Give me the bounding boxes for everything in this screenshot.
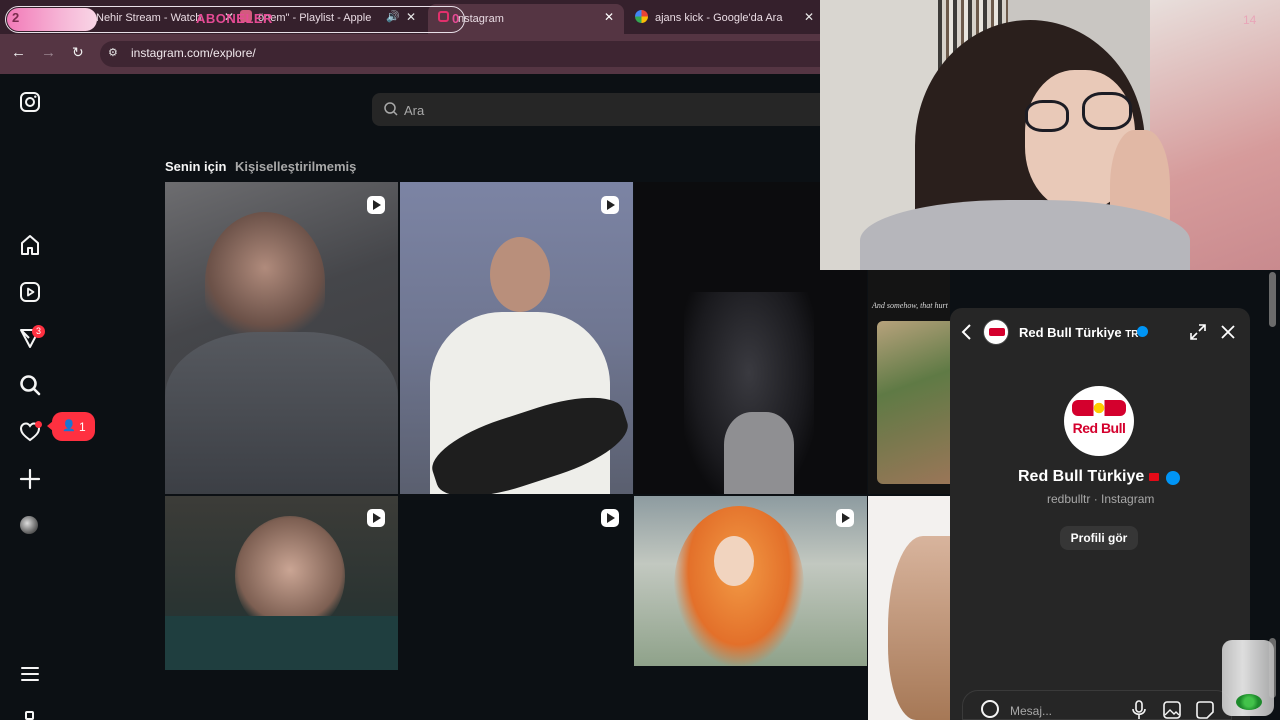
reload-icon[interactable]: ↻ bbox=[72, 44, 84, 61]
glasses bbox=[1082, 92, 1132, 130]
profile-avatar[interactable] bbox=[20, 516, 38, 534]
grid-post[interactable] bbox=[634, 496, 867, 666]
notification-count: 1 bbox=[79, 420, 86, 434]
notification-pill-tail bbox=[47, 421, 53, 431]
reels-icon[interactable] bbox=[18, 280, 42, 304]
reel-icon bbox=[367, 509, 385, 527]
create-icon[interactable] bbox=[18, 467, 42, 491]
post-figure bbox=[888, 536, 950, 720]
subscriber-count: 2 bbox=[12, 10, 20, 25]
message-placeholder: Mesaj... bbox=[1010, 704, 1053, 718]
clover-icon bbox=[1236, 694, 1262, 710]
profile-name: Red Bull Türkiye bbox=[1018, 468, 1159, 486]
url-text[interactable]: instagram.com/explore/ bbox=[131, 46, 256, 60]
profile-name-text: Red Bull Türkiye bbox=[1018, 468, 1145, 485]
chat-back-icon[interactable] bbox=[960, 323, 974, 341]
tab-google[interactable]: ajans kick - Google'da Ara bbox=[655, 6, 805, 30]
tab-close-icon[interactable]: ✕ bbox=[604, 10, 614, 24]
chat-header-name-text: Red Bull Türkiye bbox=[1019, 325, 1122, 340]
reel-icon bbox=[601, 509, 619, 527]
back-icon[interactable]: ← bbox=[11, 44, 26, 61]
search-field-icon bbox=[384, 102, 398, 116]
more-icon[interactable] bbox=[25, 711, 34, 720]
menu-icon[interactable] bbox=[18, 662, 42, 686]
post-figure bbox=[724, 412, 794, 494]
grid-post-thumb[interactable] bbox=[877, 321, 950, 484]
logo-text: Red Bull bbox=[1072, 420, 1126, 436]
forward-icon[interactable]: → bbox=[41, 44, 56, 61]
reel-icon bbox=[601, 196, 619, 214]
message-input[interactable] bbox=[962, 690, 1232, 720]
instagram-logo[interactable] bbox=[18, 90, 42, 114]
verified-icon bbox=[1137, 326, 1148, 337]
tab-not-personalized[interactable]: Kişiselleştirilmemiş bbox=[235, 159, 356, 174]
heart-dot bbox=[35, 421, 42, 428]
profile-logo[interactable]: Red Bull bbox=[1064, 386, 1134, 456]
tab-label: ajans kick - Google'da Ara bbox=[655, 12, 783, 24]
chat-header-name[interactable]: Red Bull Türkiye TR bbox=[1019, 325, 1139, 340]
subscriber-value: 0 bbox=[452, 11, 460, 26]
view-profile-button[interactable]: Profili gör bbox=[1060, 526, 1138, 550]
post-figure bbox=[205, 212, 325, 352]
tab-for-you[interactable]: Senin için bbox=[165, 159, 226, 174]
subscriber-label: ABONELER bbox=[196, 11, 273, 26]
subscriber-progress bbox=[7, 8, 97, 31]
grid-post[interactable] bbox=[165, 496, 398, 670]
home-icon[interactable] bbox=[18, 233, 42, 257]
image-icon[interactable] bbox=[1163, 701, 1181, 719]
search-placeholder: Ara bbox=[404, 103, 425, 118]
profile-subtitle: redbulltr · Instagram bbox=[1047, 492, 1155, 506]
sticker-icon[interactable] bbox=[1196, 701, 1214, 719]
grid-post[interactable] bbox=[400, 496, 633, 670]
scrollbar-thumb[interactable] bbox=[1269, 272, 1276, 327]
grid-post[interactable] bbox=[165, 182, 398, 494]
close-icon[interactable] bbox=[1220, 324, 1236, 340]
post-caption: And somehow, that hurt the most bbox=[872, 301, 950, 310]
reel-icon bbox=[367, 196, 385, 214]
post-figure bbox=[165, 332, 398, 494]
post-figure bbox=[490, 237, 550, 312]
webcam-feed: 14 bbox=[820, 0, 1280, 270]
post-figure bbox=[674, 506, 804, 666]
microphone-icon[interactable] bbox=[1131, 700, 1147, 720]
expand-icon[interactable] bbox=[1189, 323, 1207, 341]
bull-logo-icon bbox=[1072, 400, 1126, 416]
tab-close-icon[interactable]: ✕ bbox=[804, 10, 814, 24]
chat-panel bbox=[950, 308, 1250, 720]
site-settings-icon[interactable]: ⚙ bbox=[108, 46, 118, 59]
explore-badge: 3 bbox=[32, 325, 45, 338]
emoji-icon[interactable] bbox=[981, 700, 999, 718]
google-favicon bbox=[635, 10, 648, 23]
reel-icon bbox=[836, 509, 854, 527]
glasses bbox=[1025, 100, 1069, 132]
search-input[interactable] bbox=[372, 93, 820, 126]
verified-icon bbox=[1166, 471, 1180, 485]
grid-post[interactable] bbox=[868, 496, 950, 720]
person-hoodie bbox=[860, 200, 1190, 270]
grid-post[interactable] bbox=[400, 182, 633, 494]
logo-mini bbox=[989, 328, 1005, 336]
chat-avatar[interactable] bbox=[983, 319, 1009, 345]
post-figure bbox=[165, 616, 398, 670]
search-icon[interactable] bbox=[18, 373, 42, 397]
flag-icon bbox=[1148, 472, 1159, 481]
post-figure bbox=[714, 536, 754, 586]
webcam-counter: 14 bbox=[1243, 13, 1257, 27]
person-icon: 👤 bbox=[62, 420, 76, 432]
